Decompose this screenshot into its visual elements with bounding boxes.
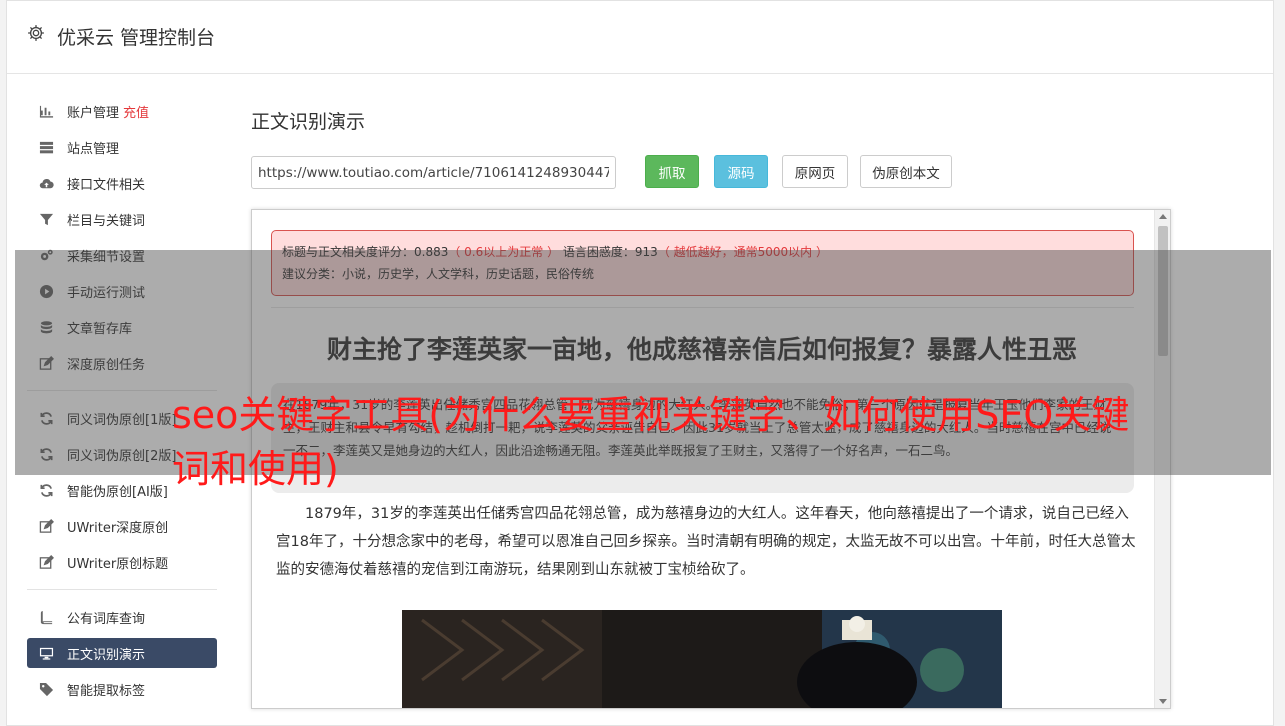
- edit-icon: [38, 554, 55, 571]
- source-button[interactable]: 源码: [714, 155, 768, 188]
- filter-icon: [38, 211, 55, 228]
- sidebar-item-label: 接口文件相关: [67, 177, 146, 193]
- app-title: 优采云 管理控制台: [57, 27, 216, 49]
- tag-icon: [38, 681, 55, 698]
- grab-button[interactable]: 抓取: [645, 155, 699, 188]
- sidebar-item-label: 正文识别演示: [67, 647, 146, 663]
- sidebar-item-label: 智能提取标签: [67, 683, 146, 699]
- gear-icon: [26, 23, 48, 45]
- refresh-icon: [38, 482, 55, 499]
- page-title: 正文识别演示: [251, 111, 366, 133]
- sidebar-item-interface-files[interactable]: 接口文件相关: [27, 168, 217, 198]
- sidebar-item-label: 站点管理: [67, 141, 120, 157]
- sidebar-item-columns-keywords[interactable]: 栏目与关键词: [27, 204, 217, 234]
- article-image: [402, 610, 1002, 708]
- overlay-banner-text: seo关键字工具(为什么要重视关键字、如何使用SEO关键词和使用): [172, 393, 1130, 491]
- sidebar-item-label: UWriter深度原创: [67, 520, 169, 536]
- sidebar-item-label: UWriter原创标题: [67, 556, 169, 572]
- header: 优采云 管理控制台: [7, 1, 1273, 74]
- bar-chart-icon: [38, 103, 55, 120]
- sidebar-item-account[interactable]: 账户管理 充值: [27, 96, 217, 126]
- sidebar-item-sites[interactable]: 站点管理: [27, 132, 217, 162]
- sidebar-item-uwriter-deep[interactable]: UWriter深度原创: [27, 511, 217, 541]
- sidebar-item-label: 账户管理: [67, 105, 120, 121]
- rewrite-article-button[interactable]: 伪原创本文: [860, 155, 952, 188]
- url-input[interactable]: [251, 156, 616, 189]
- cloud-upload-icon: [38, 175, 55, 192]
- sidebar-item-label: 智能伪原创[AI版]: [67, 484, 168, 500]
- sidebar-item-smart-tags[interactable]: 智能提取标签: [27, 674, 217, 704]
- sidebar-item-uwriter-title[interactable]: UWriter原创标题: [27, 547, 217, 577]
- article-paragraph: 1879年，31岁的李莲英出任储秀宫四品花翎总管，成为慈禧身边的大红人。这年春天…: [276, 506, 1136, 578]
- scroll-up-icon[interactable]: [1159, 214, 1167, 219]
- sidebar-item-text-recognition[interactable]: 正文识别演示: [27, 638, 217, 668]
- sidebar-item-label: 公有词库查询: [67, 611, 146, 627]
- desktop-icon: [38, 645, 55, 662]
- original-page-button[interactable]: 原网页: [782, 155, 848, 188]
- server-icon: [38, 139, 55, 156]
- book-icon: [38, 609, 55, 626]
- sidebar-item-label: 栏目与关键词: [67, 213, 146, 229]
- sidebar-item-public-lexicon[interactable]: 公有词库查询: [27, 602, 217, 632]
- sidebar-divider: [27, 589, 217, 590]
- scroll-down-icon[interactable]: [1159, 699, 1167, 704]
- edit-icon: [38, 518, 55, 535]
- recharge-link[interactable]: 充值: [123, 102, 149, 121]
